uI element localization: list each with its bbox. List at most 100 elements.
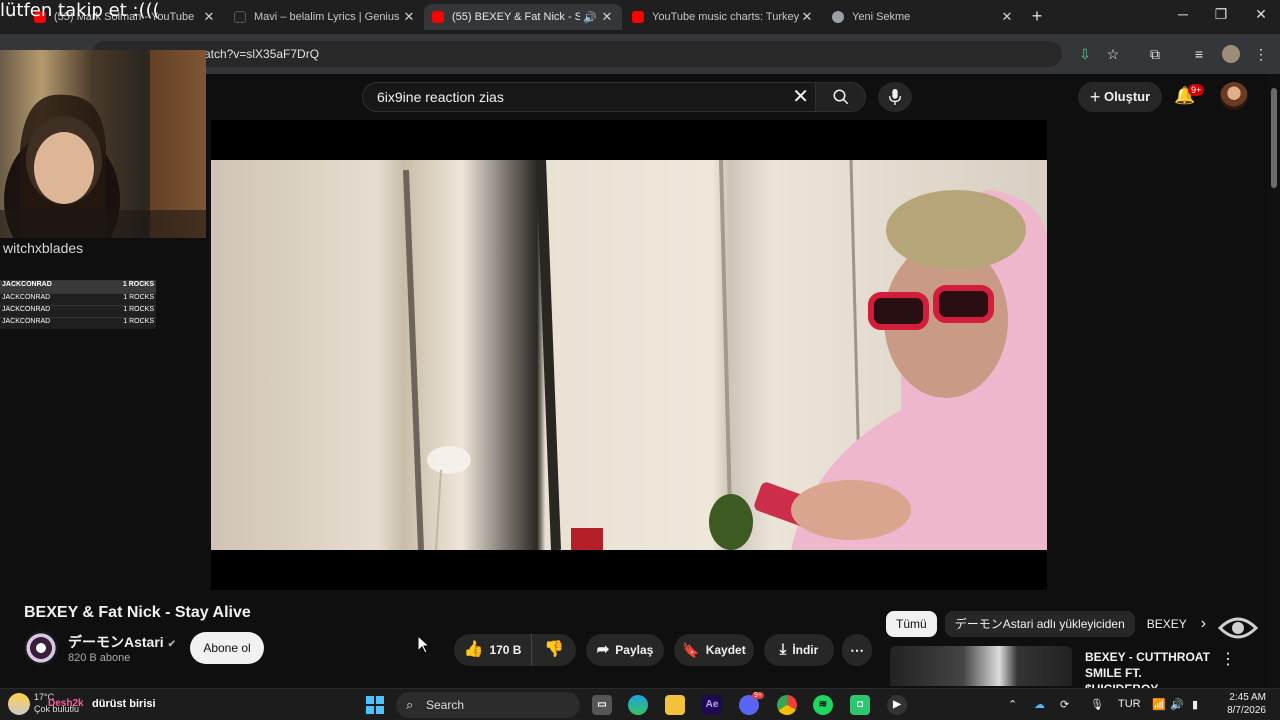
clock-date[interactable]: 8/7/2026 [1222, 705, 1266, 716]
maximize-icon[interactable]: ❐ [1206, 6, 1236, 28]
download-label: İndir [792, 643, 819, 657]
voice-search-button[interactable] [878, 82, 912, 112]
menu-kebab-icon[interactable]: ⋮ [1252, 45, 1270, 63]
youtube-favicon-icon [632, 11, 644, 23]
notification-count-badge: 9+ [1188, 84, 1205, 96]
close-tab-icon[interactable]: ✕ [1000, 9, 1014, 25]
more-horiz-icon: ⋯ [850, 642, 864, 658]
minimize-icon[interactable]: ─ [1168, 6, 1198, 28]
dislike-button[interactable]: 👎 [532, 634, 576, 666]
channel-avatar[interactable] [24, 631, 58, 665]
chrome-icon[interactable] [777, 695, 797, 715]
rec-more-icon[interactable]: ⋮ [1220, 649, 1236, 669]
download-button[interactable]: ⤓ İndir [764, 634, 834, 666]
tab-genius[interactable]: Mavi – belalim Lyrics | Genius Lyrics ✕ [226, 4, 424, 30]
streamer-name: witchxblades [3, 240, 84, 256]
search-box[interactable]: 6ix9ine reaction zias ✕ [362, 82, 866, 112]
search-icon [833, 89, 848, 105]
tab-title: YouTube music charts: Turkey Top [652, 11, 800, 23]
follower-row: JACKCONRAD 1 ROCKS [0, 293, 156, 305]
channel-name[interactable]: デーモンAstari ✔ [68, 632, 176, 652]
profile-avatar-icon[interactable] [1222, 45, 1240, 63]
related-filter-chips: Tümü デーモンAstari adlı yükleyiciden BEXEY … [886, 611, 1212, 637]
chevron-right-icon[interactable]: › [1195, 611, 1212, 637]
video-player[interactable] [211, 120, 1047, 590]
chat-message-text: dürüst birisi [92, 698, 156, 710]
tray-chevron-icon[interactable]: ⌃ [1008, 698, 1017, 711]
new-tab-icon[interactable]: + [1022, 6, 1052, 28]
file-explorer-icon[interactable] [665, 695, 685, 715]
recent-followers-list: JACKCONRAD 1 ROCKS JACKCONRAD 1 ROCKS JACK… [0, 280, 156, 329]
tab-youtube-charts[interactable]: YouTube music charts: Turkey Top ✕ [624, 4, 822, 30]
channel-name-text: デーモンAstari [68, 634, 164, 650]
windows-taskbar: 17°C Çok bulutlu Desh2k dürüst birisi ⌕ … [0, 688, 1280, 720]
install-app-icon[interactable]: ⇩ [1076, 45, 1094, 63]
subscribe-button[interactable]: Abone ol [190, 632, 264, 664]
clock-time[interactable]: 2:45 AM [1222, 692, 1266, 703]
like-button[interactable]: 👍 170 B [454, 634, 532, 666]
spotify-icon[interactable]: ≋ [813, 695, 833, 715]
webcam-feed [0, 50, 206, 238]
share-button[interactable]: ➦ Paylaş [586, 634, 664, 666]
microphone-tray-icon[interactable]: 🎙 [1090, 698, 1104, 711]
chip-all[interactable]: Tümü [886, 611, 937, 637]
battery-icon[interactable]: ▮ [1192, 698, 1198, 711]
plus-icon: + [1089, 87, 1101, 107]
streamlabs-icon[interactable]: ◘ [850, 695, 870, 715]
edge-browser-icon[interactable] [628, 695, 648, 715]
media-controls-icon[interactable]: ≡ [1190, 45, 1208, 63]
overlay-banner-text: lütfen takip et :((( [0, 0, 160, 21]
close-tab-icon[interactable]: ✕ [800, 9, 814, 25]
follower-row: JACKCONRAD 1 ROCKS [0, 280, 156, 293]
follower-value: 1 ROCKS [122, 281, 154, 288]
close-tab-icon[interactable]: ✕ [202, 9, 216, 25]
onedrive-icon[interactable]: ☁ [1034, 698, 1045, 711]
more-actions-button[interactable]: ⋯ [842, 634, 872, 666]
wifi-icon[interactable]: 📶 [1152, 698, 1166, 711]
weather-cloud-icon[interactable] [8, 693, 30, 715]
tab-bexey-stay-alive[interactable]: (55) BEXEY & Fat Nick - Stay Alive 🔊 ✕ [424, 4, 622, 30]
taskbar-search[interactable]: ⌕ Search [396, 692, 580, 718]
volume-icon[interactable]: 🔊 [1170, 698, 1184, 711]
follower-row: JACKCONRAD 1 ROCKS [0, 317, 156, 329]
bookmark-icon: 🔖 [682, 642, 700, 658]
microphone-icon [889, 89, 901, 105]
close-window-icon[interactable]: ✕ [1246, 6, 1276, 28]
speaker-icon[interactable]: 🔊 [580, 11, 600, 24]
media-player-icon[interactable]: ▶ [887, 695, 907, 715]
account-avatar[interactable] [1220, 82, 1248, 110]
tab-title: Yeni Sekme [852, 11, 911, 23]
close-tab-icon[interactable]: ✕ [600, 9, 614, 25]
clear-search-icon[interactable]: ✕ [792, 83, 809, 111]
sync-icon[interactable]: ⟳ [1060, 698, 1069, 711]
follower-value: 1 ROCKS [123, 318, 154, 325]
save-button[interactable]: 🔖 Kaydet [674, 634, 754, 666]
address-bar[interactable]: atch?v=slX35aF7DrQ [92, 41, 1062, 67]
download-icon: ⤓ [779, 641, 787, 658]
windows-start-icon[interactable] [366, 696, 384, 714]
youtube-favicon-icon [432, 11, 444, 23]
scrollbar-thumb[interactable] [1271, 88, 1277, 188]
tab-new-tab[interactable]: Yeni Sekme ✕ [824, 4, 1022, 30]
share-label: Paylaş [615, 643, 654, 657]
eye-icon [1217, 614, 1259, 642]
language-indicator[interactable]: TUR [1118, 698, 1141, 710]
after-effects-icon[interactable]: Ae [702, 695, 722, 715]
like-count: 170 B [489, 643, 522, 657]
chat-user-name: Desh2k [48, 698, 84, 709]
video-title: BEXEY & Fat Nick - Stay Alive [24, 604, 251, 621]
chip-bexey[interactable]: BEXEY [1143, 611, 1187, 637]
bookmark-star-icon[interactable]: ☆ [1104, 45, 1122, 63]
task-view-icon[interactable]: ▭ [592, 695, 612, 715]
chip-from-uploader[interactable]: デーモンAstari adlı yükleyiciden [944, 611, 1135, 637]
follower-name: JACKCONRAD [2, 306, 51, 313]
search-button[interactable] [815, 83, 865, 111]
thumbs-down-icon: 👎 [544, 641, 564, 658]
close-tab-icon[interactable]: ✕ [402, 9, 416, 25]
extensions-icon[interactable]: ⧉ [1146, 45, 1164, 63]
url-text: atch?v=slX35aF7DrQ [204, 47, 320, 61]
search-input[interactable]: 6ix9ine reaction zias [377, 89, 504, 105]
recommended-video-thumbnail[interactable] [890, 646, 1072, 686]
create-button[interactable]: + Oluştur [1078, 82, 1162, 112]
page-scrollbar[interactable] [1268, 74, 1280, 686]
